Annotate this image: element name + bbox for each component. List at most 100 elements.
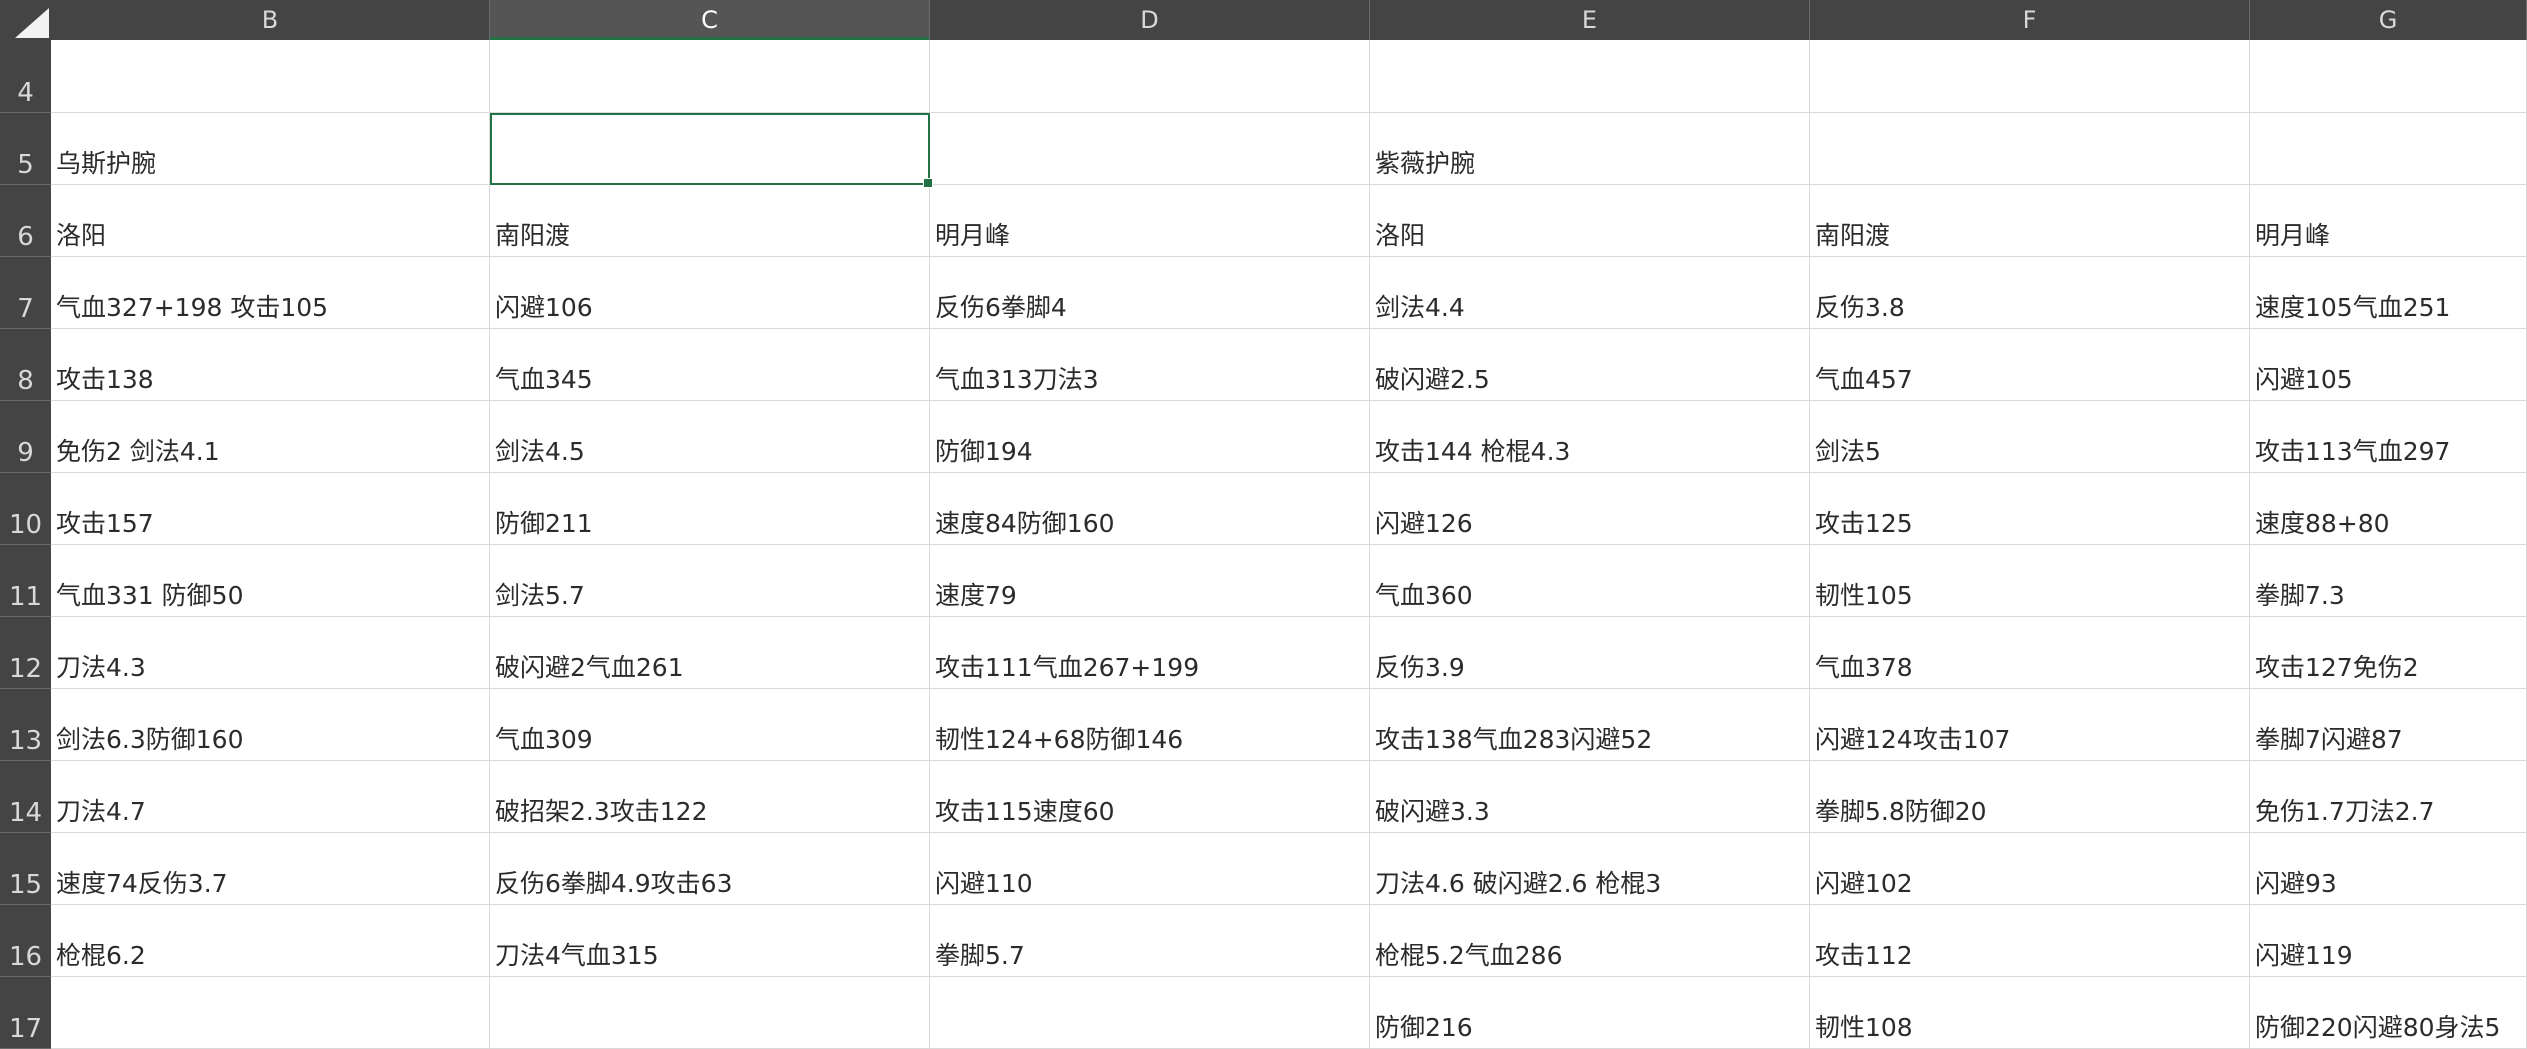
cell-e6[interactable]: 洛阳 — [1370, 185, 1810, 257]
cell-d15[interactable]: 闪避110 — [930, 833, 1370, 905]
cell-b11[interactable]: 气血331 防御50 — [51, 545, 490, 617]
cell-f11[interactable]: 韧性105 — [1810, 545, 2250, 617]
cell-c10[interactable]: 防御211 — [490, 473, 930, 545]
cell-e17[interactable]: 防御216 — [1370, 977, 1810, 1049]
cell-b15[interactable]: 速度74反伤3.7 — [51, 833, 490, 905]
cell-e14[interactable]: 破闪避3.3 — [1370, 761, 1810, 833]
cell-e5[interactable]: 紫薇护腕 — [1370, 113, 1810, 185]
row-header-5[interactable]: 5 — [0, 113, 51, 185]
cell-g8[interactable]: 闪避105 — [2250, 329, 2527, 401]
cell-b10[interactable]: 攻击157 — [51, 473, 490, 545]
cell-b6[interactable]: 洛阳 — [51, 185, 490, 257]
cell-g7[interactable]: 速度105气血251 — [2250, 257, 2527, 329]
cell-g10[interactable]: 速度88+80 — [2250, 473, 2527, 545]
cell-f14[interactable]: 拳脚5.8防御20 — [1810, 761, 2250, 833]
cell-f12[interactable]: 气血378 — [1810, 617, 2250, 689]
fill-handle[interactable] — [923, 178, 933, 188]
cell-g9[interactable]: 攻击113气血297 — [2250, 401, 2527, 473]
cell-c13[interactable]: 气血309 — [490, 689, 930, 761]
row-header-12[interactable]: 12 — [0, 617, 51, 689]
cell-d7[interactable]: 反伤6拳脚4 — [930, 257, 1370, 329]
cell-g5[interactable] — [2250, 113, 2527, 185]
column-header-b[interactable]: B — [51, 0, 490, 40]
row-header-17[interactable]: 17 — [0, 977, 51, 1049]
cell-e9[interactable]: 攻击144 枪棍4.3 — [1370, 401, 1810, 473]
row-header-14[interactable]: 14 — [0, 761, 51, 833]
cell-f5[interactable] — [1810, 113, 2250, 185]
select-all-button[interactable] — [0, 0, 51, 40]
cell-c8[interactable]: 气血345 — [490, 329, 930, 401]
cell-f9[interactable]: 剑法5 — [1810, 401, 2250, 473]
column-header-d[interactable]: D — [930, 0, 1370, 40]
cell-c17[interactable] — [490, 977, 930, 1049]
cell-f4[interactable] — [1810, 40, 2250, 113]
row-header-11[interactable]: 11 — [0, 545, 51, 617]
cell-e11[interactable]: 气血360 — [1370, 545, 1810, 617]
cell-b13[interactable]: 剑法6.3防御160 — [51, 689, 490, 761]
cell-b14[interactable]: 刀法4.7 — [51, 761, 490, 833]
cell-b17[interactable] — [51, 977, 490, 1049]
cell-f8[interactable]: 气血457 — [1810, 329, 2250, 401]
row-header-15[interactable]: 15 — [0, 833, 51, 905]
column-header-c[interactable]: C — [490, 0, 930, 40]
spreadsheet-grid[interactable]: BCDEFG 4 5 6 7 8 9 10 11 12 13 14 15 16 17 乌斯护腕 紫薇护腕 洛阳… — [0, 0, 2527, 1049]
cell-b5[interactable]: 乌斯护腕 — [51, 113, 490, 185]
cell-f7[interactable]: 反伤3.8 — [1810, 257, 2250, 329]
cell-b4[interactable] — [51, 40, 490, 113]
cell-c11[interactable]: 剑法5.7 — [490, 545, 930, 617]
cell-d11[interactable]: 速度79 — [930, 545, 1370, 617]
cell-f16[interactable]: 攻击112 — [1810, 905, 2250, 977]
row-header-6[interactable]: 6 — [0, 185, 51, 257]
cell-b12[interactable]: 刀法4.3 — [51, 617, 490, 689]
cell-f13[interactable]: 闪避124攻击107 — [1810, 689, 2250, 761]
cell-g4[interactable] — [2250, 40, 2527, 113]
cell-g11[interactable]: 拳脚7.3 — [2250, 545, 2527, 617]
cell-d6[interactable]: 明月峰 — [930, 185, 1370, 257]
cell-d5[interactable] — [930, 113, 1370, 185]
cell-b16[interactable]: 枪棍6.2 — [51, 905, 490, 977]
cell-f10[interactable]: 攻击125 — [1810, 473, 2250, 545]
cell-f17[interactable]: 韧性108 — [1810, 977, 2250, 1049]
cell-b9[interactable]: 免伤2 剑法4.1 — [51, 401, 490, 473]
row-header-10[interactable]: 10 — [0, 473, 51, 545]
cell-e10[interactable]: 闪避126 — [1370, 473, 1810, 545]
cell-d14[interactable]: 攻击115速度60 — [930, 761, 1370, 833]
cell-e8[interactable]: 破闪避2.5 — [1370, 329, 1810, 401]
cell-e16[interactable]: 枪棍5.2气血286 — [1370, 905, 1810, 977]
row-header-9[interactable]: 9 — [0, 401, 51, 473]
column-header-g[interactable]: G — [2250, 0, 2527, 40]
cell-b8[interactable]: 攻击138 — [51, 329, 490, 401]
cell-d9[interactable]: 防御194 — [930, 401, 1370, 473]
cell-e12[interactable]: 反伤3.9 — [1370, 617, 1810, 689]
cell-d10[interactable]: 速度84防御160 — [930, 473, 1370, 545]
cell-g14[interactable]: 免伤1.7刀法2.7 — [2250, 761, 2527, 833]
cell-e13[interactable]: 攻击138气血283闪避52 — [1370, 689, 1810, 761]
row-header-4[interactable]: 4 — [0, 40, 51, 113]
cell-c5[interactable] — [490, 113, 933, 188]
row-header-13[interactable]: 13 — [0, 689, 51, 761]
column-header-e[interactable]: E — [1370, 0, 1810, 40]
cell-d4[interactable] — [930, 40, 1370, 113]
cell-c4[interactable] — [490, 40, 930, 113]
column-header-f[interactable]: F — [1810, 0, 2250, 40]
cell-e15[interactable]: 刀法4.6 破闪避2.6 枪棍3 — [1370, 833, 1810, 905]
row-header-7[interactable]: 7 — [0, 257, 51, 329]
cell-c14[interactable]: 破招架2.3攻击122 — [490, 761, 930, 833]
cell-c15[interactable]: 反伤6拳脚4.9攻击63 — [490, 833, 930, 905]
cell-g12[interactable]: 攻击127免伤2 — [2250, 617, 2527, 689]
cell-d13[interactable]: 韧性124+68防御146 — [930, 689, 1370, 761]
cell-d16[interactable]: 拳脚5.7 — [930, 905, 1370, 977]
cell-c9[interactable]: 剑法4.5 — [490, 401, 930, 473]
cell-c12[interactable]: 破闪避2气血261 — [490, 617, 930, 689]
cell-c16[interactable]: 刀法4气血315 — [490, 905, 930, 977]
cell-e7[interactable]: 剑法4.4 — [1370, 257, 1810, 329]
cell-g6[interactable]: 明月峰 — [2250, 185, 2527, 257]
cell-c6[interactable]: 南阳渡 — [490, 185, 930, 257]
cell-g16[interactable]: 闪避119 — [2250, 905, 2527, 977]
row-header-16[interactable]: 16 — [0, 905, 51, 977]
cell-g15[interactable]: 闪避93 — [2250, 833, 2527, 905]
cell-g17[interactable]: 防御220闪避80身法5 — [2250, 977, 2527, 1049]
cell-f15[interactable]: 闪避102 — [1810, 833, 2250, 905]
cell-e4[interactable] — [1370, 40, 1810, 113]
cell-b7[interactable]: 气血327+198 攻击105 — [51, 257, 490, 329]
